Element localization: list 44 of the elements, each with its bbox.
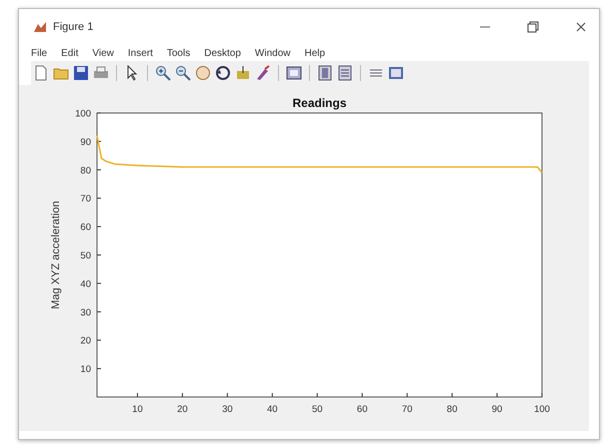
tick-label: 90 bbox=[492, 404, 502, 415]
tick-label: 20 bbox=[177, 404, 188, 415]
window-title: Figure 1 bbox=[53, 21, 94, 33]
app-icon bbox=[33, 21, 47, 33]
dock-icon[interactable] bbox=[388, 65, 404, 81]
tick-label: 100 bbox=[75, 108, 91, 120]
tick-label: 60 bbox=[80, 222, 91, 234]
tick-label: 90 bbox=[80, 136, 91, 148]
tick-label: 10 bbox=[80, 364, 91, 376]
tick-label: 60 bbox=[356, 404, 368, 415]
chart-title: Readings bbox=[292, 96, 346, 110]
menu-item[interactable]: File bbox=[31, 48, 48, 58]
zoom-in-icon[interactable] bbox=[155, 65, 171, 81]
new-file-icon[interactable] bbox=[33, 65, 49, 81]
menu-item[interactable]: View bbox=[92, 48, 114, 58]
tick-label: 80 bbox=[446, 404, 458, 415]
rotate-icon[interactable] bbox=[215, 65, 231, 81]
tick-label: 10 bbox=[132, 404, 143, 415]
close-icon[interactable] bbox=[575, 21, 587, 33]
legend-icon[interactable] bbox=[337, 65, 353, 81]
brush-icon[interactable] bbox=[255, 65, 271, 81]
tick-label: 20 bbox=[80, 336, 91, 347]
save-icon[interactable] bbox=[73, 65, 89, 81]
menu-item[interactable]: Edit bbox=[61, 48, 78, 58]
menu-item[interactable]: Tools bbox=[166, 48, 190, 58]
tick-label: 40 bbox=[267, 404, 278, 415]
tick-label: 70 bbox=[80, 194, 91, 205]
tick-label: 50 bbox=[80, 250, 91, 262]
tick-label: 80 bbox=[80, 165, 91, 176]
tick-label: 50 bbox=[312, 404, 323, 415]
tick-label: 30 bbox=[222, 404, 233, 415]
restore-icon[interactable] bbox=[527, 21, 539, 33]
tick-label: 40 bbox=[80, 278, 91, 290]
print-icon[interactable] bbox=[93, 65, 109, 81]
colorbar-icon[interactable] bbox=[317, 65, 333, 81]
menu-item[interactable]: Desktop bbox=[204, 48, 241, 58]
menu-item[interactable]: Help bbox=[304, 48, 326, 58]
zoom-out-icon[interactable] bbox=[175, 65, 191, 81]
tick-label: 100 bbox=[534, 404, 550, 415]
tick-label: 30 bbox=[80, 307, 91, 318]
menu-item[interactable]: Window bbox=[254, 48, 290, 58]
menu-item[interactable]: Insert bbox=[128, 48, 153, 58]
tick-label: 70 bbox=[402, 404, 412, 415]
axis-label: Mag XYZ acceleration bbox=[50, 200, 62, 310]
